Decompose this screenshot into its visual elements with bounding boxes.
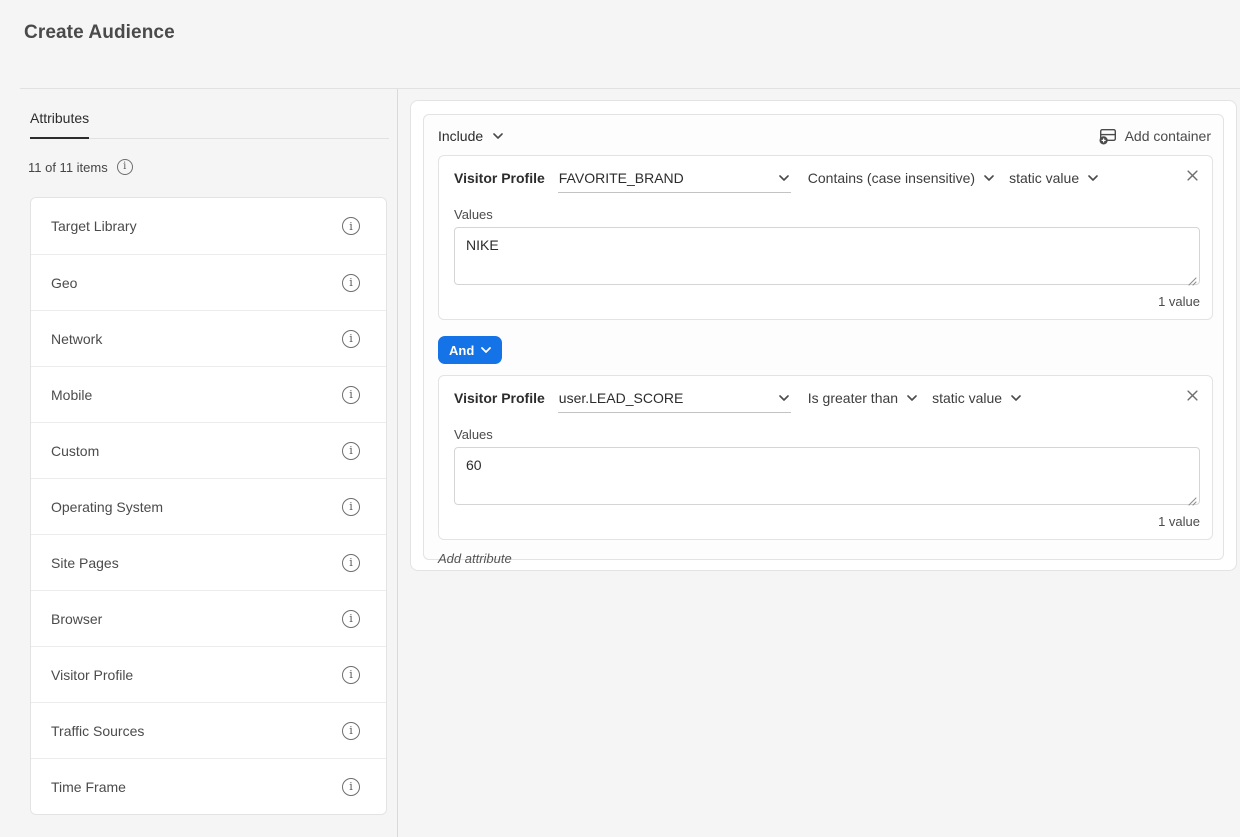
- rule-row: Visitor Profile FAVORITE_BRAND Contains …: [454, 168, 1200, 193]
- remove-rule-button[interactable]: [1187, 168, 1200, 181]
- rule-card-lead-score: Visitor Profile user.LEAD_SCORE Is great…: [438, 375, 1213, 540]
- sidebar-tabbar: Attributes: [30, 89, 389, 139]
- attribute-row-target-library[interactable]: Target Library i: [31, 198, 386, 254]
- values-textarea[interactable]: 60: [454, 447, 1200, 505]
- chevron-down-icon: [907, 395, 917, 401]
- info-icon[interactable]: i: [342, 274, 360, 292]
- chevron-down-icon: [984, 175, 994, 181]
- close-icon: [1187, 390, 1198, 401]
- attributes-sidebar: Attributes 11 of 11 items i Target Libra…: [0, 89, 398, 837]
- info-icon[interactable]: i: [342, 330, 360, 348]
- attribute-row-label: Operating System: [51, 499, 342, 515]
- value-count: 1 value: [454, 514, 1200, 529]
- value-box: 60: [454, 447, 1200, 510]
- attribute-select[interactable]: FAVORITE_BRAND: [558, 168, 791, 193]
- attribute-select-value: FAVORITE_BRAND: [559, 170, 684, 186]
- container-header: Include Add container: [424, 115, 1223, 155]
- attribute-row-time-frame[interactable]: Time Frame i: [31, 758, 386, 814]
- rule-row: Visitor Profile user.LEAD_SCORE Is great…: [454, 388, 1200, 413]
- page-title: Create Audience: [24, 22, 175, 44]
- chevron-down-icon: [1088, 175, 1098, 181]
- page-header: Create Audience: [0, 0, 1240, 89]
- attribute-row-label: Mobile: [51, 387, 342, 403]
- info-icon[interactable]: i: [342, 778, 360, 796]
- chevron-down-icon: [779, 175, 789, 181]
- include-container: Include Add container: [423, 114, 1224, 560]
- and-join-button[interactable]: And: [438, 336, 502, 364]
- info-icon[interactable]: i: [342, 386, 360, 404]
- attribute-row-operating-system[interactable]: Operating System i: [31, 478, 386, 534]
- attribute-row-label: Browser: [51, 611, 342, 627]
- add-container-button[interactable]: Add container: [1099, 127, 1211, 145]
- rule-category-label: Visitor Profile: [454, 388, 545, 406]
- info-icon[interactable]: i: [342, 610, 360, 628]
- attribute-row-label: Network: [51, 331, 342, 347]
- operator-select[interactable]: Contains (case insensitive): [808, 168, 994, 186]
- chevron-down-icon: [481, 347, 491, 353]
- values-label: Values: [454, 427, 1200, 442]
- info-icon[interactable]: i: [342, 442, 360, 460]
- add-container-icon: [1099, 127, 1117, 145]
- info-icon[interactable]: i: [342, 722, 360, 740]
- chevron-down-icon: [1011, 395, 1021, 401]
- attribute-row-label: Traffic Sources: [51, 723, 342, 739]
- info-icon[interactable]: i: [342, 498, 360, 516]
- remove-rule-button[interactable]: [1187, 388, 1200, 401]
- include-dropdown-label: Include: [438, 128, 483, 144]
- add-attribute-link[interactable]: Add attribute: [438, 551, 512, 566]
- values-label: Values: [454, 207, 1200, 222]
- operator-select[interactable]: Is greater than: [808, 388, 917, 406]
- attribute-row-label: Target Library: [51, 218, 342, 234]
- attribute-row-browser[interactable]: Browser i: [31, 590, 386, 646]
- close-icon: [1187, 170, 1198, 181]
- audience-panel: Include Add container: [410, 100, 1237, 571]
- value-type-select[interactable]: static value: [1009, 168, 1098, 186]
- operator-select-value: Contains (case insensitive): [808, 170, 975, 186]
- header-divider: [20, 88, 1240, 89]
- value-type-select-value: static value: [932, 390, 1002, 406]
- chevron-down-icon: [493, 133, 503, 139]
- value-type-select[interactable]: static value: [932, 388, 1021, 406]
- attribute-row-network[interactable]: Network i: [31, 310, 386, 366]
- attribute-row-site-pages[interactable]: Site Pages i: [31, 534, 386, 590]
- rule-card-favorite-brand: Visitor Profile FAVORITE_BRAND Contains …: [438, 155, 1213, 320]
- info-icon[interactable]: i: [342, 217, 360, 235]
- items-count-info-icon[interactable]: i: [117, 159, 133, 175]
- operator-select-value: Is greater than: [808, 390, 898, 406]
- values-textarea[interactable]: NIKE: [454, 227, 1200, 285]
- attribute-select[interactable]: user.LEAD_SCORE: [558, 388, 791, 413]
- attribute-row-label: Time Frame: [51, 779, 342, 795]
- builder-main: Include Add container: [398, 89, 1240, 837]
- info-icon[interactable]: i: [342, 554, 360, 572]
- attribute-row-mobile[interactable]: Mobile i: [31, 366, 386, 422]
- items-count-row: 11 of 11 items i: [28, 159, 397, 175]
- include-dropdown[interactable]: Include: [438, 128, 503, 144]
- attribute-row-geo[interactable]: Geo i: [31, 254, 386, 310]
- tab-attributes[interactable]: Attributes: [30, 110, 89, 139]
- rule-category-label: Visitor Profile: [454, 168, 545, 186]
- attribute-row-label: Visitor Profile: [51, 667, 342, 683]
- content: Attributes 11 of 11 items i Target Libra…: [0, 89, 1240, 837]
- attribute-row-label: Site Pages: [51, 555, 342, 571]
- value-box: NIKE: [454, 227, 1200, 290]
- value-count: 1 value: [454, 294, 1200, 309]
- attribute-select-value: user.LEAD_SCORE: [559, 390, 684, 406]
- chevron-down-icon: [779, 395, 789, 401]
- items-count-label: 11 of 11 items: [28, 160, 108, 175]
- add-container-label: Add container: [1125, 128, 1211, 144]
- attribute-row-label: Custom: [51, 443, 342, 459]
- attribute-row-label: Geo: [51, 275, 342, 291]
- info-icon[interactable]: i: [342, 666, 360, 684]
- attribute-row-traffic-sources[interactable]: Traffic Sources i: [31, 702, 386, 758]
- attribute-row-custom[interactable]: Custom i: [31, 422, 386, 478]
- value-type-select-value: static value: [1009, 170, 1079, 186]
- attribute-list: Target Library i Geo i Network i Mobile …: [30, 197, 387, 815]
- and-join-label: And: [449, 343, 474, 358]
- attribute-row-visitor-profile[interactable]: Visitor Profile i: [31, 646, 386, 702]
